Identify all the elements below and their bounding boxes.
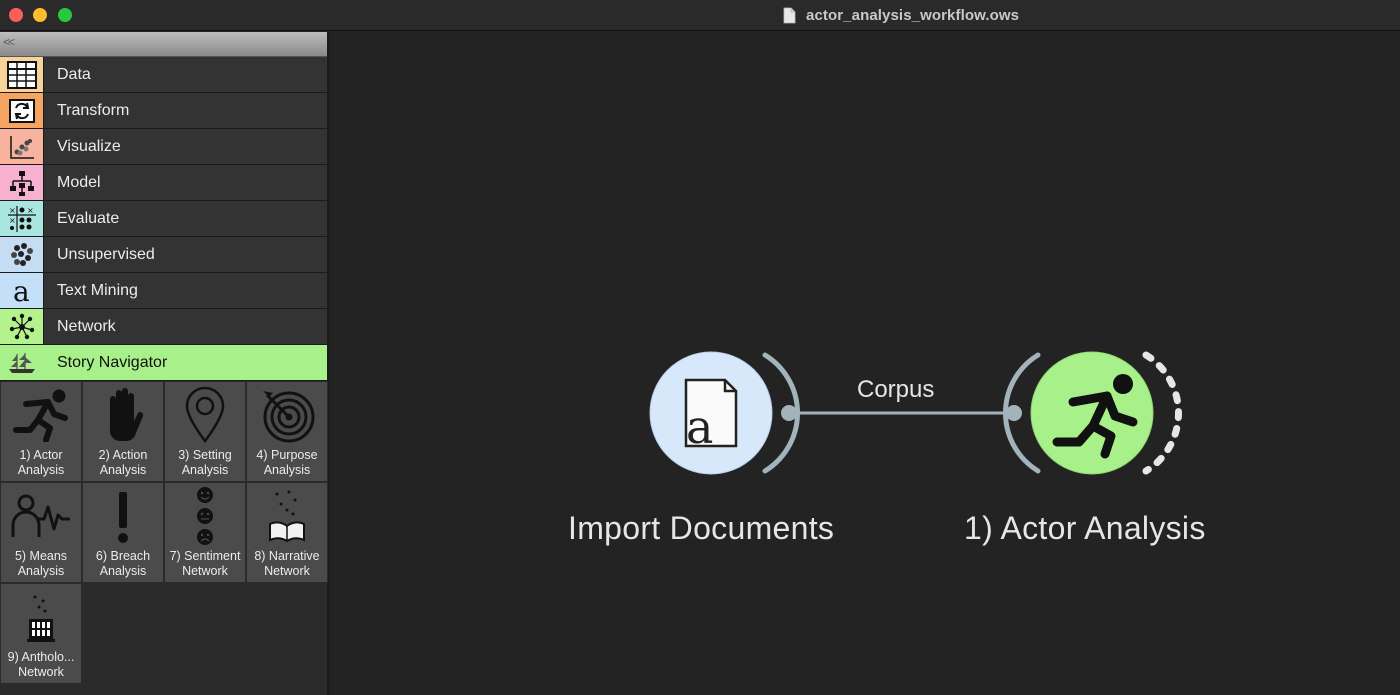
- widget-actor-analysis[interactable]: 1) Actor Analysis: [0, 381, 82, 482]
- output-anchor[interactable]: [781, 405, 797, 421]
- widget-means-analysis[interactable]: 5) Means Analysis: [0, 482, 82, 583]
- category-visualize[interactable]: Visualize: [0, 129, 327, 165]
- category-label: Evaluate: [57, 209, 120, 227]
- widget-label: 3) Setting Analysis: [178, 448, 232, 477]
- svg-text:×: ×: [27, 206, 34, 215]
- close-window-button[interactable]: [9, 8, 23, 22]
- workflow-graph: a: [649, 351, 1182, 475]
- widget-label: 1) Actor Analysis: [17, 448, 65, 477]
- widget-action-analysis[interactable]: 2) Action Analysis: [82, 381, 164, 482]
- window-title-text: actor_analysis_workflow.ows: [806, 6, 1020, 24]
- category-label: Transform: [57, 101, 130, 119]
- link-label: Corpus: [857, 376, 935, 403]
- table-icon: [6, 60, 37, 89]
- category-unsupervised[interactable]: Unsupervised: [0, 237, 327, 273]
- category-label: Model: [57, 173, 101, 191]
- widget-setting-analysis[interactable]: 3) Setting Analysis: [164, 381, 246, 482]
- transform-icon: [8, 98, 35, 123]
- svg-text:a: a: [13, 277, 30, 305]
- category-icon-bg: [0, 57, 44, 92]
- widget-anthology-network[interactable]: 9) Antholo... Network: [0, 583, 82, 684]
- category-icon-bg: [0, 345, 44, 380]
- node-actor-analysis[interactable]: [1003, 351, 1182, 475]
- widget-narrative-network[interactable]: 8) Narrative Network: [246, 482, 328, 583]
- category-label: Visualize: [57, 137, 121, 155]
- widget-label: 8) Narrative Network: [254, 549, 320, 578]
- widget-label: 5) Means Analysis: [14, 549, 68, 578]
- svg-text:×: ×: [9, 216, 16, 225]
- faces-icon: [197, 487, 213, 545]
- cluster-icon: [10, 242, 33, 266]
- category-label: Text Mining: [57, 281, 138, 299]
- node-label-actor-analysis: 1) Actor Analysis: [964, 510, 1206, 546]
- widget-label: 2) Action Analysis: [98, 448, 148, 477]
- location-pin-icon: [185, 386, 225, 444]
- ship-icon: [9, 352, 35, 373]
- running-man-icon: [13, 389, 68, 442]
- widget-sentiment-network[interactable]: 7) Sentiment Network: [164, 482, 246, 583]
- network-icon: [9, 313, 34, 339]
- category-model[interactable]: Model: [0, 165, 327, 201]
- svg-text:×: ×: [9, 206, 16, 215]
- category-evaluate[interactable]: × × × Evaluate: [0, 201, 327, 237]
- actor-analysis-node-circle: [1030, 351, 1154, 475]
- input-anchor[interactable]: [1006, 405, 1022, 421]
- category-network[interactable]: Network: [0, 309, 327, 345]
- category-data[interactable]: Data: [0, 57, 327, 93]
- maximize-window-button[interactable]: [58, 8, 72, 22]
- widget-toolbox: << Data Transform Visualize Model × × × …: [0, 32, 329, 695]
- document-icon: [783, 7, 796, 23]
- target-icon: [263, 391, 315, 443]
- widget-purpose-analysis[interactable]: 4) Purpose Analysis: [246, 381, 328, 482]
- svg-text:a: a: [686, 400, 713, 454]
- node-import-documents[interactable]: a: [649, 351, 800, 475]
- anthology-icon: [27, 595, 55, 642]
- widget-grid: 1) Actor Analysis 2) Action Analysis 3) …: [0, 381, 328, 684]
- category-icon-bg: [0, 93, 44, 128]
- widget-label: 4) Purpose Analysis: [256, 448, 318, 477]
- title-bar: actor_analysis_workflow.ows: [0, 0, 1400, 31]
- category-icon-bg: × × ×: [0, 201, 44, 236]
- minimize-window-button[interactable]: [33, 8, 47, 22]
- collapse-toolbox-button[interactable]: <<: [0, 32, 327, 57]
- category-icon-bg: a: [0, 273, 44, 308]
- window-title: actor_analysis_workflow.ows: [783, 5, 1019, 25]
- evaluate-icon: × × ×: [7, 205, 36, 232]
- document-a-icon: a: [684, 378, 738, 454]
- app-window: actor_analysis_workflow.ows << Data Tran…: [0, 0, 1400, 695]
- category-icon-bg: [0, 129, 44, 164]
- category-text-mining[interactable]: a Text Mining: [0, 273, 327, 309]
- chevron-double-left-icon: <<: [3, 35, 15, 49]
- category-icon-bg: [0, 309, 44, 344]
- category-transform[interactable]: Transform: [0, 93, 327, 129]
- category-story-navigator[interactable]: Story Navigator: [0, 345, 327, 381]
- category-icon-bg: [0, 165, 44, 200]
- category-label: Story Navigator: [57, 353, 168, 371]
- category-icon-bg: [0, 237, 44, 272]
- exclamation-icon: [118, 492, 128, 543]
- person-pulse-icon: [11, 494, 70, 537]
- scatter-icon: [9, 135, 34, 159]
- node-label-import-documents: Import Documents: [568, 510, 835, 546]
- book-icon: [269, 490, 305, 543]
- widget-label: 9) Antholo... Network: [7, 650, 75, 679]
- hand-icon: [110, 388, 144, 442]
- category-label: Network: [57, 317, 116, 335]
- workflow-canvas[interactable]: a Corpus Import Documents 1) Actor Analy…: [331, 32, 1400, 695]
- widget-label: 7) Sentiment Network: [169, 549, 241, 578]
- category-label: Data: [57, 65, 91, 83]
- widget-label: 6) Breach Analysis: [95, 549, 151, 578]
- category-label: Unsupervised: [57, 245, 155, 263]
- text-a-icon: a: [13, 277, 30, 305]
- widget-breach-analysis[interactable]: 6) Breach Analysis: [82, 482, 164, 583]
- tree-icon: [9, 170, 34, 196]
